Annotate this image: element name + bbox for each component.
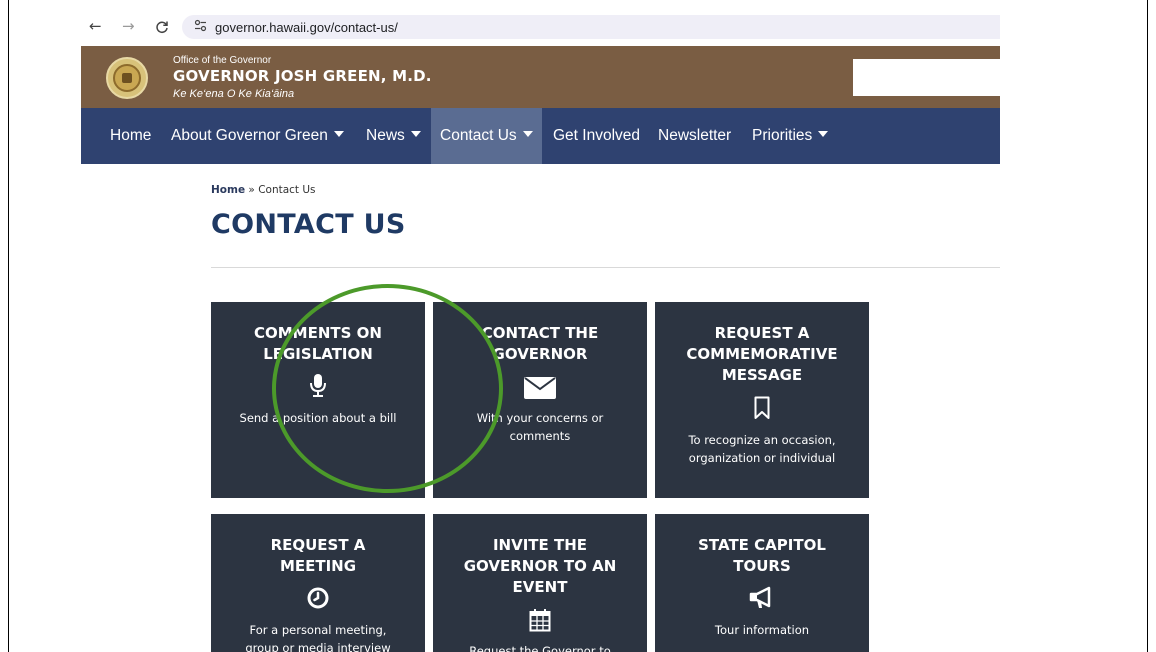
browser-window: ← → governor.hawaii.gov/contact-us/ Offi…	[81, 0, 1000, 652]
page-title: CONTACT US	[211, 209, 406, 240]
tile-title-line: STATE CAPITOL	[698, 536, 826, 554]
tile-title-line: EVENT	[512, 578, 568, 596]
nav-item-label: Get Involved	[553, 127, 641, 144]
site-header: Office of the Governor GOVERNOR JOSH GRE…	[81, 46, 1000, 108]
url-text[interactable]: governor.hawaii.gov/contact-us/	[215, 20, 398, 35]
tile-title-line: COMMEMORATIVE	[686, 345, 838, 363]
nav-item-home[interactable]: Home	[110, 108, 151, 164]
header-governor-name[interactable]: GOVERNOR JOSH GREEN, M.D.	[173, 67, 432, 85]
state-seal-icon[interactable]	[106, 57, 148, 99]
clock-icon	[211, 587, 425, 609]
caret-down-icon	[522, 130, 533, 137]
nav-item-label: Newsletter	[658, 127, 732, 144]
breadcrumb: Home » Contact Us	[211, 184, 316, 196]
bookmark-icon	[655, 396, 869, 420]
tile-description: Request the Governor to	[469, 644, 611, 652]
tile-title-line: MEETING	[279, 557, 357, 575]
url-field[interactable]: governor.hawaii.gov/contact-us/	[182, 15, 1000, 39]
tile-description: For a personal meeting,	[249, 623, 387, 637]
search-input[interactable]	[853, 59, 1000, 96]
tile-description: Tour information	[714, 623, 810, 637]
arrow-left-icon[interactable]: ←	[89, 19, 102, 34]
address-bar: ← → governor.hawaii.gov/contact-us/	[81, 6, 1000, 42]
nav-item-newsletter[interactable]: Newsletter	[658, 108, 731, 164]
tile-state-capitol-tours[interactable]: STATE CAPITOL TOURS Tour information	[655, 514, 869, 652]
tune-icon[interactable]	[194, 19, 207, 35]
breadcrumb-home-link[interactable]: Home	[211, 184, 245, 196]
reload-icon[interactable]	[155, 20, 169, 37]
tile-request-commemorative-message[interactable]: REQUEST A COMMEMORATIVE MESSAGE To recog…	[655, 302, 869, 498]
tile-title-line: REQUEST A	[714, 324, 810, 342]
caret-down-icon	[410, 130, 421, 137]
tile-title-line: TOURS	[733, 557, 791, 575]
nav-item-label: Contact Us	[440, 127, 517, 144]
caret-down-icon	[333, 130, 344, 137]
megaphone-icon	[655, 586, 869, 610]
tile-request-a-meeting[interactable]: REQUEST A MEETING For a personal meeting…	[211, 514, 425, 652]
tile-title-line: INVITE THE	[492, 536, 588, 554]
main-nav: Home About Governor Green News Contact U…	[81, 108, 1000, 164]
tile-description: To recognize an occasion,	[688, 433, 836, 447]
tile-title-line: REQUEST A	[270, 536, 366, 554]
nav-item-priorities[interactable]: Priorities	[752, 108, 829, 164]
caret-down-icon	[818, 130, 829, 137]
tile-title-line: MESSAGE	[721, 366, 803, 384]
breadcrumb-separator: »	[245, 184, 259, 196]
nav-item-contact-us[interactable]: Contact Us	[431, 108, 542, 164]
tile-description: group or media interview	[245, 641, 391, 652]
nav-item-about[interactable]: About Governor Green	[171, 108, 344, 164]
highlight-circle-annotation	[272, 284, 503, 493]
nav-item-label: Home	[110, 127, 152, 144]
frame-left-border	[8, 0, 9, 652]
arrow-right-icon[interactable]: →	[122, 19, 135, 34]
nav-item-label: About Governor Green	[171, 127, 328, 144]
nav-item-news[interactable]: News	[366, 108, 421, 164]
nav-item-label: News	[366, 127, 405, 144]
title-divider	[211, 267, 1000, 268]
header-office-label: Office of the Governor	[173, 55, 272, 66]
frame-right-border	[1147, 0, 1148, 652]
header-tagline: Ke Ke‘ena O Ke Kia‘āina	[173, 88, 295, 100]
tile-invite-governor-to-event[interactable]: INVITE THE GOVERNOR TO AN EVENT Request …	[433, 514, 647, 652]
breadcrumb-current: Contact Us	[258, 184, 316, 196]
nav-item-label: Priorities	[752, 127, 813, 144]
nav-item-get-involved[interactable]: Get Involved	[553, 108, 640, 164]
calendar-icon	[433, 608, 647, 632]
tile-description: organization or individual	[688, 451, 836, 465]
tile-title-line: GOVERNOR TO AN	[463, 557, 617, 575]
